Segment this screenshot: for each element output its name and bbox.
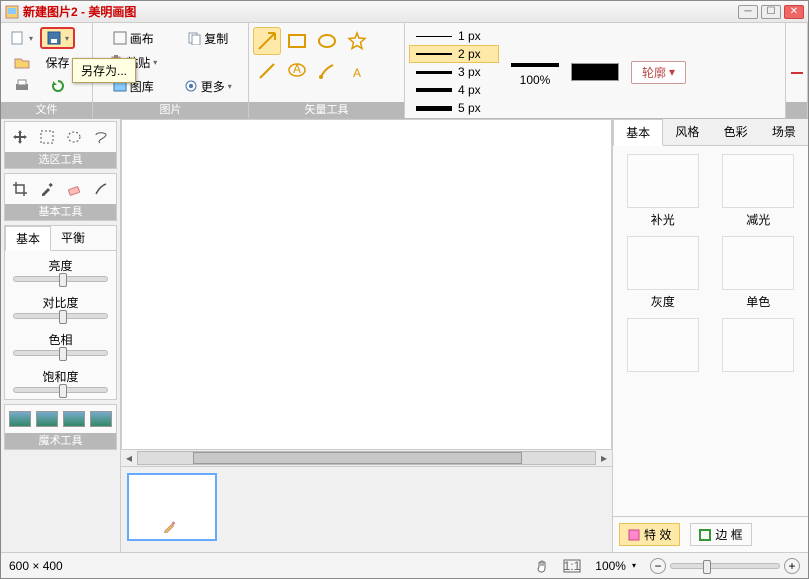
more-paste-button[interactable]: [172, 51, 245, 73]
save-button[interactable]: ▾: [40, 27, 75, 49]
pencil-icon: [163, 519, 177, 533]
svg-text:A: A: [353, 66, 361, 80]
ribbon-group-label: 矢量工具: [249, 102, 404, 118]
border-toggle[interactable]: 边 框: [690, 523, 751, 546]
ribbon-group-label: 图片: [93, 102, 248, 118]
status-bar: 600 × 400 1:1 100%▾ − +: [1, 552, 808, 578]
magic-preset[interactable]: [63, 411, 85, 427]
page-thumbnail[interactable]: [127, 473, 217, 541]
fx-fill-light[interactable]: 补光: [621, 154, 705, 228]
star-shape[interactable]: [343, 27, 371, 55]
ribbon-group-label: 文件: [1, 102, 92, 118]
border-icon: [699, 529, 711, 541]
stroke-3px[interactable]: 3 px: [409, 63, 499, 81]
open-button[interactable]: [5, 51, 38, 73]
save-as-short: 保存: [46, 54, 70, 71]
contrast-slider[interactable]: [13, 313, 108, 319]
fit-icon[interactable]: 1:1: [563, 559, 581, 573]
horizontal-scrollbar[interactable]: ◂▸: [121, 450, 612, 466]
stroke-1px[interactable]: 1 px: [409, 27, 499, 45]
app-icon: [5, 5, 19, 19]
maximize-button[interactable]: ☐: [761, 5, 781, 19]
close-button[interactable]: ✕: [784, 5, 804, 19]
eyedropper-tool[interactable]: [36, 178, 58, 200]
panel-label: 魔术工具: [5, 433, 116, 449]
svg-text:A: A: [293, 62, 301, 76]
fx-grayscale[interactable]: 灰度: [621, 236, 705, 310]
magic-preset[interactable]: [36, 411, 58, 427]
save-as-tooltip: 另存为...: [72, 58, 136, 83]
fx-item[interactable]: [621, 318, 705, 372]
stroke-4px[interactable]: 4 px: [409, 81, 499, 99]
minimize-button[interactable]: ─: [738, 5, 758, 19]
canvas-size: 600 × 400: [9, 559, 63, 573]
refresh-button[interactable]: [40, 75, 75, 97]
hand-icon[interactable]: [535, 559, 549, 573]
line-shape[interactable]: [253, 57, 281, 85]
tab-basic-fx[interactable]: 基本: [613, 119, 663, 146]
brush-shape[interactable]: [313, 57, 341, 85]
titlebar: 新建图片2 - 美明画图 ─ ☐ ✕: [1, 1, 808, 23]
canvas-button[interactable]: 画布: [97, 27, 170, 49]
tab-style[interactable]: 风格: [663, 119, 711, 145]
tab-scene[interactable]: 场景: [760, 119, 808, 145]
ellipse-select-tool[interactable]: [63, 126, 85, 148]
tab-color[interactable]: 色彩: [712, 119, 760, 145]
more-button[interactable]: 更多▾: [172, 75, 245, 97]
arrow-shape[interactable]: [253, 27, 281, 55]
print-button[interactable]: [5, 75, 38, 97]
chevron-down-icon: ▾: [29, 34, 33, 43]
saturation-slider[interactable]: [13, 387, 108, 393]
brush-tool[interactable]: [90, 178, 112, 200]
window-title: 新建图片2 - 美明画图: [23, 3, 738, 20]
text-shape[interactable]: A: [343, 57, 371, 85]
ellipse-shape[interactable]: [313, 27, 341, 55]
color-swatch[interactable]: [571, 63, 619, 81]
eraser-tool[interactable]: [63, 178, 85, 200]
canvas[interactable]: [121, 119, 612, 450]
tab-balance[interactable]: 平衡: [51, 226, 95, 250]
rect-shape[interactable]: [283, 27, 311, 55]
new-button[interactable]: ▾: [5, 27, 38, 49]
svg-text:1:1: 1:1: [564, 559, 581, 573]
zoom-slider[interactable]: [670, 563, 780, 569]
stroke-5px[interactable]: 5 px: [409, 99, 499, 117]
zoom-in-button[interactable]: +: [784, 558, 800, 574]
zoom-out-button[interactable]: −: [650, 558, 666, 574]
brightness-slider[interactable]: [13, 276, 108, 282]
hue-slider[interactable]: [13, 350, 108, 356]
lasso-tool[interactable]: [90, 126, 112, 148]
panel-label: 基本工具: [5, 204, 116, 220]
magic-preset[interactable]: [90, 411, 112, 427]
tab-basic[interactable]: 基本: [5, 226, 51, 251]
fx-monochrome[interactable]: 单色: [717, 236, 801, 310]
copy-button[interactable]: 复制: [172, 27, 245, 49]
magic-preset[interactable]: [9, 411, 31, 427]
rect-select-tool[interactable]: [36, 126, 58, 148]
save-as-label-button[interactable]: 保存: [40, 51, 75, 73]
outline-button[interactable]: 轮廓▾: [631, 61, 686, 84]
text-bubble-shape[interactable]: A: [283, 57, 311, 85]
stroke-width-list: 1 px 2 px 3 px 4 px 5 px: [409, 27, 499, 117]
stroke-2px[interactable]: 2 px: [409, 45, 499, 63]
effects-toggle[interactable]: 特 效: [619, 523, 680, 546]
move-tool[interactable]: [9, 126, 31, 148]
fx-reduce-light[interactable]: 减光: [717, 154, 801, 228]
panel-label: 选区工具: [5, 152, 116, 168]
zoom-label: 100%▾: [595, 559, 636, 573]
chevron-down-icon: ▾: [65, 34, 69, 43]
opacity-label: 100%: [511, 73, 559, 87]
fx-item[interactable]: [717, 318, 801, 372]
effects-icon: [628, 529, 640, 541]
crop-tool[interactable]: [9, 178, 31, 200]
